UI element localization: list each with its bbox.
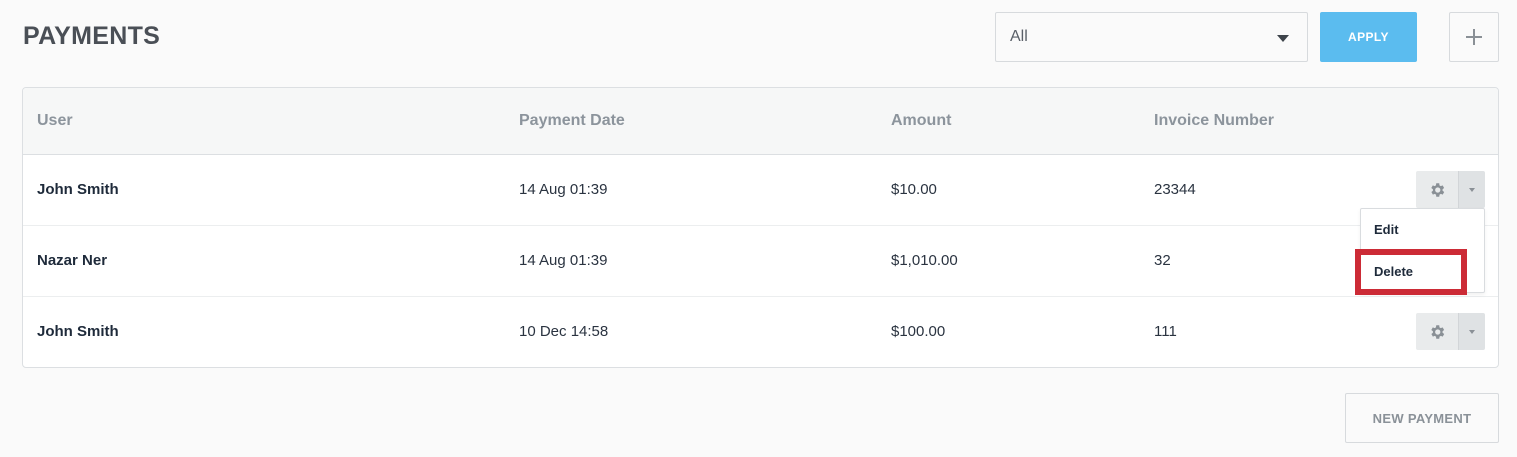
filter-select[interactable]: All bbox=[995, 12, 1308, 62]
payment-date-cell: 10 Dec 14:58 bbox=[519, 323, 609, 340]
user-cell: John Smith bbox=[37, 323, 119, 340]
user-cell: Nazar Ner bbox=[37, 252, 108, 269]
settings-button[interactable] bbox=[1416, 171, 1458, 208]
plus-icon bbox=[1466, 29, 1482, 45]
row-actions bbox=[1416, 171, 1485, 208]
row-menu-toggle[interactable] bbox=[1458, 313, 1485, 350]
chevron-down-icon bbox=[1469, 187, 1475, 192]
filter-select-value: All bbox=[1010, 28, 1028, 45]
add-button[interactable] bbox=[1449, 12, 1499, 62]
payment-date-cell: 14 Aug 01:39 bbox=[519, 252, 608, 269]
row-actions bbox=[1416, 313, 1485, 350]
column-header-invoice-number: Invoice Number bbox=[1154, 112, 1275, 129]
settings-button[interactable] bbox=[1416, 313, 1458, 350]
gear-icon bbox=[1431, 182, 1445, 197]
amount-cell: $1,010.00 bbox=[891, 252, 958, 269]
column-header-user: User bbox=[37, 112, 73, 129]
chevron-down-icon bbox=[1277, 34, 1289, 42]
payments-table: User Payment Date Amount Invoice Number … bbox=[22, 87, 1499, 368]
table-row: John Smith 14 Aug 01:39 $10.00 23344 bbox=[23, 155, 1498, 226]
invoice-number-cell: 32 bbox=[1154, 252, 1171, 269]
payment-date-cell: 14 Aug 01:39 bbox=[519, 181, 608, 198]
table-header: User Payment Date Amount Invoice Number bbox=[23, 88, 1498, 155]
page-title: PAYMENTS bbox=[23, 22, 161, 50]
menu-item-delete[interactable]: Delete bbox=[1374, 264, 1413, 279]
table-row: John Smith 10 Dec 14:58 $100.00 111 bbox=[23, 297, 1498, 368]
invoice-number-cell: 111 bbox=[1154, 323, 1177, 340]
row-actions-menu: Edit Delete bbox=[1360, 208, 1485, 293]
amount-cell: $100.00 bbox=[891, 323, 946, 340]
amount-cell: $10.00 bbox=[891, 181, 937, 198]
column-header-amount: Amount bbox=[891, 112, 952, 129]
new-payment-button[interactable]: NEW PAYMENT bbox=[1345, 393, 1499, 443]
gear-icon bbox=[1431, 324, 1445, 339]
row-menu-toggle[interactable] bbox=[1458, 171, 1485, 208]
table-row: Nazar Ner 14 Aug 01:39 $1,010.00 32 bbox=[23, 226, 1498, 297]
menu-item-edit[interactable]: Edit bbox=[1374, 222, 1399, 237]
apply-button[interactable]: APPLY bbox=[1320, 12, 1417, 62]
column-header-payment-date: Payment Date bbox=[519, 112, 625, 129]
chevron-down-icon bbox=[1469, 329, 1475, 334]
invoice-number-cell: 23344 bbox=[1154, 181, 1196, 198]
user-cell: John Smith bbox=[37, 181, 119, 198]
